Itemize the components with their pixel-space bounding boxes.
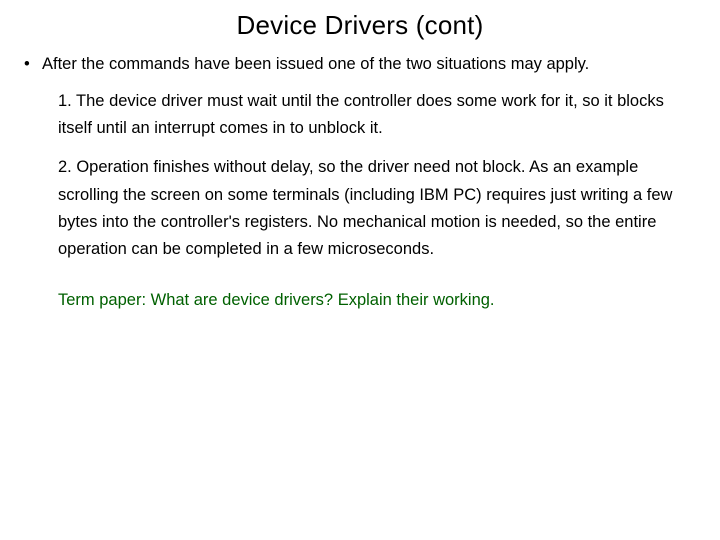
list-item: 2. Operation finishes without delay, so …: [58, 154, 690, 263]
bullet-line: • After the commands have been issued on…: [20, 55, 700, 74]
term-paper-note: Term paper: What are device drivers? Exp…: [58, 291, 700, 310]
bullet-marker: •: [24, 55, 42, 74]
bullet-text: After the commands have been issued one …: [42, 55, 700, 74]
list-item: 1. The device driver must wait until the…: [58, 88, 690, 142]
slide-title: Device Drivers (cont): [20, 10, 700, 41]
